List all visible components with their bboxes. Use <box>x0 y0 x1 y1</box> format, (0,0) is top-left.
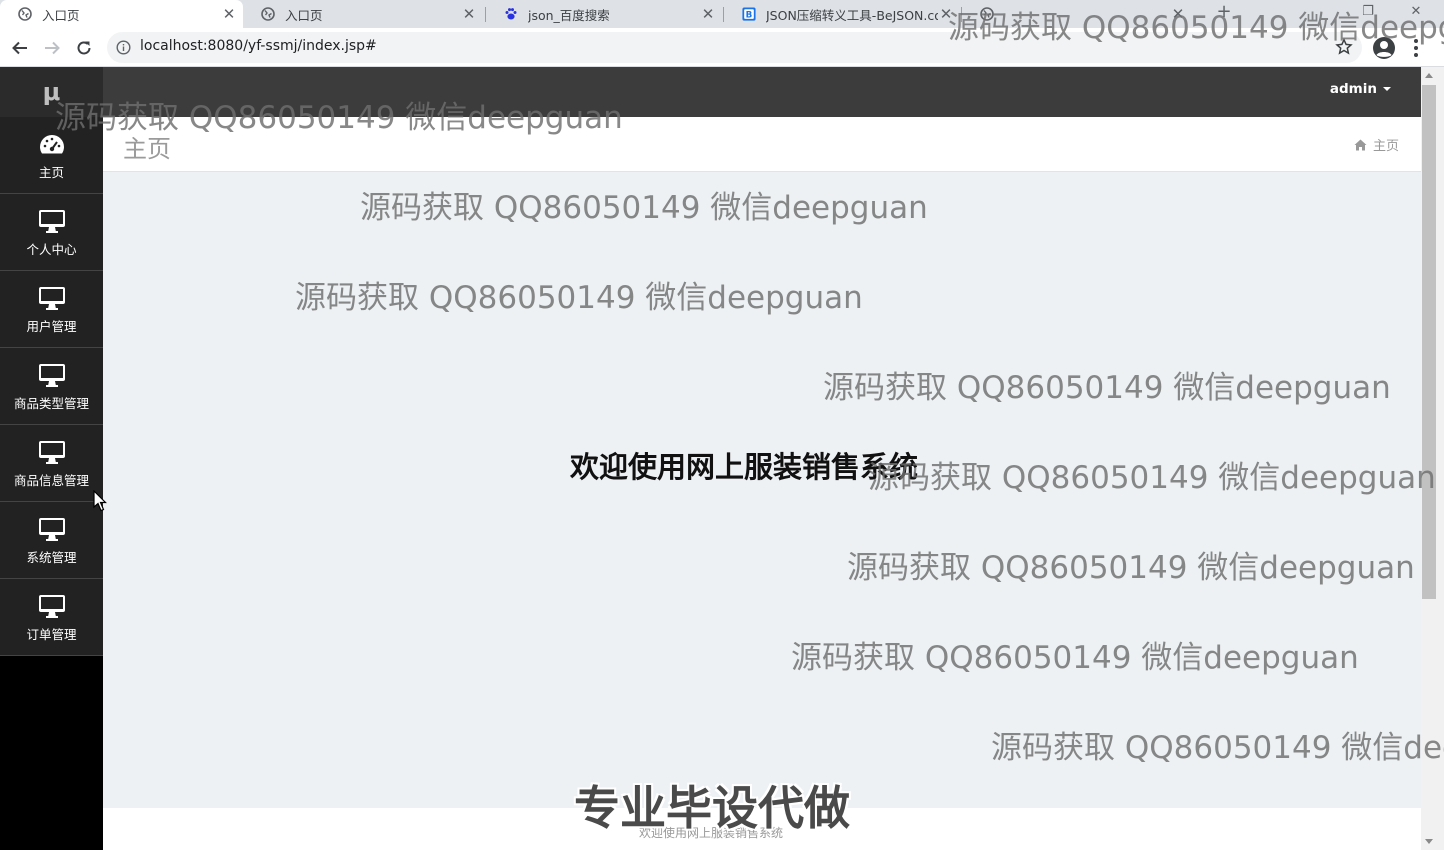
bejson-icon: B <box>742 7 756 21</box>
forward-icon[interactable] <box>40 36 64 60</box>
watermark-text: 源码获取 QQ86050149 微信deepguan <box>991 730 1444 766</box>
url-text: localhost:8080/yf-ssmj/index.jsp# <box>140 38 377 54</box>
home-icon <box>1354 139 1367 150</box>
sidebar-menu: 主页 个人中心 用户管理 商品类型管理 商品信息管理 系统管理 订单管理 <box>0 117 103 656</box>
globe-icon <box>18 7 32 21</box>
caret-down-icon <box>1383 87 1391 91</box>
desktop-icon <box>38 515 66 541</box>
scroll-down-icon[interactable] <box>1425 839 1433 844</box>
watermark-text: 源码获取 QQ86050149 微信deepguan <box>847 550 1415 586</box>
desktop-icon <box>38 207 66 233</box>
user-dropdown[interactable]: admin <box>1330 81 1391 97</box>
tab-title: json_百度搜索 <box>528 7 610 23</box>
close-icon[interactable]: ✕ <box>221 5 237 23</box>
sidebar-item-orders[interactable]: 订单管理 <box>0 579 103 656</box>
watermark-text: 源码获取 QQ86050149 微信deepguan <box>55 100 623 136</box>
username: admin <box>1329 81 1377 97</box>
browser-tab[interactable]: json_百度搜索 ✕ <box>486 0 722 28</box>
sidebar-item-system[interactable]: 系统管理 <box>0 502 103 579</box>
sidebar-item-label: 主页 <box>38 164 64 180</box>
sidebar-item-label: 订单管理 <box>26 626 77 642</box>
tab-title: 入口页 <box>42 7 80 23</box>
scrollbar-thumb[interactable] <box>1422 85 1436 599</box>
sidebar-item-product-types[interactable]: 商品类型管理 <box>0 348 103 425</box>
sidebar-item-users[interactable]: 用户管理 <box>0 271 103 348</box>
close-icon[interactable]: ✕ <box>461 5 477 23</box>
sidebar-item-label: 商品类型管理 <box>13 395 89 411</box>
watermark-text: 源码获取 QQ86050149 微信deepguan <box>791 640 1359 676</box>
svg-text:B: B <box>746 11 753 21</box>
sidebar-item-label: 用户管理 <box>26 318 77 334</box>
sidebar-item-label: 商品信息管理 <box>13 472 89 488</box>
info-icon[interactable] <box>116 40 131 55</box>
watermark-text: 源码获取 QQ86050149 微信deepguan <box>295 280 863 316</box>
globe-icon <box>261 7 275 21</box>
breadcrumb-label: 主页 <box>1372 139 1399 154</box>
mouse-cursor-icon <box>93 489 107 516</box>
desktop-icon <box>38 361 66 387</box>
sidebar-item-products[interactable]: 商品信息管理 <box>0 425 103 502</box>
browser-tab[interactable]: 入口页 ✕ <box>243 0 483 28</box>
close-icon[interactable]: ✕ <box>700 5 716 23</box>
breadcrumb[interactable]: 主页 <box>1354 135 1399 154</box>
tab-title: 入口页 <box>285 7 323 23</box>
tab-title: JSON压缩转义工具-BeJSON.co <box>766 7 938 23</box>
watermark-text: 源码获取 QQ86050149 微信deepguan <box>868 460 1436 496</box>
sidebar: μ 主页 个人中心 用户管理 商品类型管理 商品信息管理 系统管理 订单管理 <box>0 67 103 850</box>
watermark-text: 源码获取 QQ86050149 微信deepguan <box>948 10 1444 46</box>
browser-tab[interactable]: 入口页 ✕ <box>0 0 243 28</box>
desktop-icon <box>38 438 66 464</box>
welcome-heading: 欢迎使用网上服装销售系统 <box>570 450 919 484</box>
sidebar-item-label: 系统管理 <box>26 549 77 565</box>
desktop-icon <box>38 592 66 618</box>
sidebar-item-profile[interactable]: 个人中心 <box>0 194 103 271</box>
reload-icon[interactable] <box>72 36 96 60</box>
scroll-up-icon[interactable] <box>1425 73 1433 78</box>
watermark-text: 源码获取 QQ86050149 微信deepguan <box>823 370 1391 406</box>
browser-tab[interactable]: B JSON压缩转义工具-BeJSON.co ✕ <box>724 0 960 28</box>
watermark-slogan: 专业毕设代做 <box>574 781 850 835</box>
back-icon[interactable] <box>8 36 32 60</box>
watermark-text: 源码获取 QQ86050149 微信deepguan <box>360 190 928 226</box>
sidebar-item-label: 个人中心 <box>26 241 77 257</box>
desktop-icon <box>38 284 66 310</box>
baidu-paw-icon <box>504 7 518 21</box>
